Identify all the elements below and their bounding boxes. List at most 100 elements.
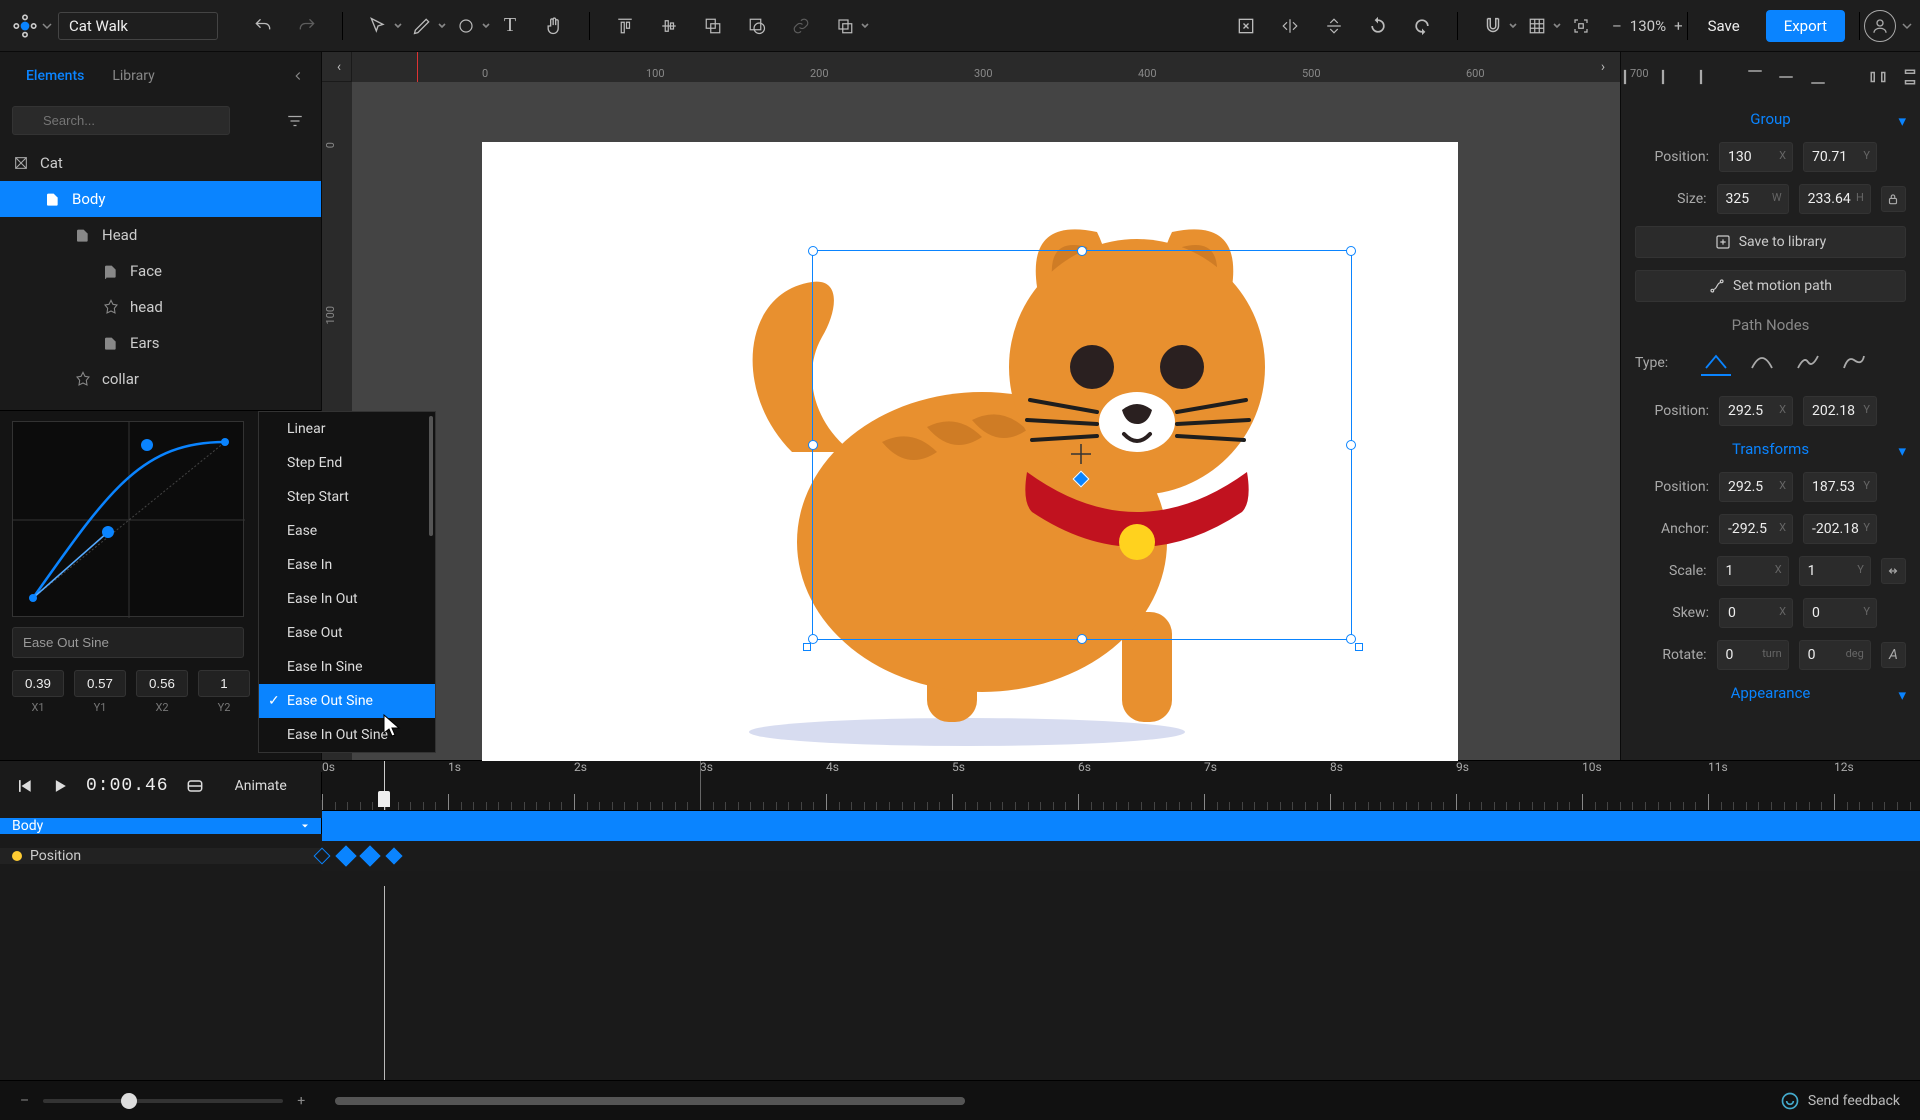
node-type-disconnected[interactable] xyxy=(1793,350,1823,376)
easing-option-ease-out-sine[interactable]: Ease Out Sine xyxy=(259,684,435,718)
node-type-asymmetric[interactable] xyxy=(1839,350,1869,376)
timeline-ruler[interactable]: 0s1s2s3s4s5s6s7s8s9s10s11s12s xyxy=(322,761,1920,811)
filter-button[interactable] xyxy=(281,107,309,135)
hand-tool[interactable] xyxy=(539,11,569,41)
align-top-tool[interactable] xyxy=(610,11,640,41)
collapse-left-panel[interactable] xyxy=(291,69,309,83)
easing-x1-input[interactable] xyxy=(12,670,64,697)
selection-box[interactable] xyxy=(812,250,1352,640)
easing-curve-graph[interactable] xyxy=(12,421,244,617)
redo-button[interactable] xyxy=(292,11,322,41)
keyframe[interactable] xyxy=(335,845,356,866)
skew-y-input[interactable]: 0Y xyxy=(1803,598,1877,628)
layer-ears[interactable]: Ears xyxy=(0,325,321,361)
align-hcenter-button[interactable] xyxy=(1653,66,1673,88)
project-dropdown-caret[interactable] xyxy=(42,21,52,31)
section-appearance[interactable]: Appearance▾ xyxy=(1621,676,1920,710)
layer-collar[interactable]: collar xyxy=(0,361,321,397)
flip-h-button[interactable] xyxy=(1275,11,1305,41)
account-caret[interactable] xyxy=(1902,21,1912,31)
undo-button[interactable] xyxy=(248,11,278,41)
canvas-prev-button[interactable]: ‹ xyxy=(328,56,350,78)
align-middle-tool[interactable] xyxy=(654,11,684,41)
distribute-h-button[interactable] xyxy=(1868,66,1888,88)
anchor-point[interactable] xyxy=(1073,471,1090,488)
size-h-input[interactable]: 233.64H xyxy=(1799,184,1871,214)
focus-button[interactable] xyxy=(1566,11,1596,41)
easing-y2-input[interactable] xyxy=(198,670,250,697)
easing-option-ease-in-out[interactable]: Ease In Out xyxy=(259,582,435,616)
shape-tool[interactable] xyxy=(451,11,481,41)
search-input[interactable] xyxy=(12,106,230,135)
tab-elements[interactable]: Elements xyxy=(12,52,98,100)
node-pos-y-input[interactable]: 202.18Y xyxy=(1803,396,1877,426)
save-button[interactable]: Save xyxy=(1692,10,1756,42)
easing-option-linear[interactable]: Linear xyxy=(259,412,435,446)
timeline-zoom-out[interactable]: – xyxy=(20,1093,29,1109)
anchor-y-input[interactable]: -202.18Y xyxy=(1803,514,1877,544)
export-button[interactable]: Export xyxy=(1766,10,1845,42)
easing-option-ease-in[interactable]: Ease In xyxy=(259,548,435,582)
timeline-scroll[interactable] xyxy=(335,1097,965,1105)
easing-y1-input[interactable] xyxy=(74,670,126,697)
easing-x2-input[interactable] xyxy=(136,670,188,697)
rotate-reset-button[interactable]: A xyxy=(1881,642,1906,668)
timeline-track-body[interactable]: Body xyxy=(0,811,1920,841)
rotate-deg-input[interactable]: 0deg xyxy=(1799,640,1871,670)
artboard[interactable] xyxy=(482,142,1458,798)
zoom-out-button[interactable]: – xyxy=(1612,17,1622,35)
loop-button[interactable] xyxy=(185,776,205,796)
node-pos-x-input[interactable]: 292.5X xyxy=(1719,396,1793,426)
zoom-in-button[interactable]: + xyxy=(1674,17,1683,35)
pen-tool[interactable] xyxy=(407,11,437,41)
timeline-zoom-slider[interactable] xyxy=(43,1099,283,1103)
select-tool[interactable] xyxy=(363,11,393,41)
link-tool[interactable] xyxy=(786,11,816,41)
flip-v-button[interactable] xyxy=(1319,11,1349,41)
group-tool[interactable] xyxy=(698,11,728,41)
size-w-input[interactable]: 325W xyxy=(1717,184,1789,214)
node-type-mirrored[interactable] xyxy=(1747,350,1777,376)
distribute-v-button[interactable] xyxy=(1900,66,1920,88)
goto-start-button[interactable] xyxy=(14,776,34,796)
easing-name-input[interactable] xyxy=(12,627,244,658)
layer-face[interactable]: Face xyxy=(0,253,321,289)
play-button[interactable] xyxy=(50,776,70,796)
layer-cat[interactable]: Cat xyxy=(0,145,321,181)
align-top-button[interactable] xyxy=(1745,66,1765,88)
easing-option-step-end[interactable]: Step End xyxy=(259,446,435,480)
app-logo[interactable] xyxy=(8,9,42,43)
keyframe[interactable] xyxy=(386,848,403,865)
align-bottom-button[interactable] xyxy=(1808,66,1828,88)
tab-library[interactable]: Library xyxy=(98,52,168,100)
keyframe[interactable] xyxy=(359,845,380,866)
playhead-time[interactable]: 0:00.46 xyxy=(86,776,169,796)
project-name-input[interactable]: Cat Walk xyxy=(58,12,218,40)
align-right-button[interactable] xyxy=(1685,66,1705,88)
position-y-input[interactable]: 70.71Y xyxy=(1803,142,1877,172)
t-pos-y-input[interactable]: 187.53Y xyxy=(1803,472,1877,502)
scale-x-input[interactable]: 1X xyxy=(1717,556,1789,586)
set-motion-path-button[interactable]: Set motion path xyxy=(1635,270,1906,302)
layer-head-shape[interactable]: head xyxy=(0,289,321,325)
t-pos-x-input[interactable]: 292.5X xyxy=(1719,472,1793,502)
easing-option-ease[interactable]: Ease xyxy=(259,514,435,548)
zoom-value[interactable]: 130% xyxy=(1630,17,1666,35)
layer-head[interactable]: Head xyxy=(0,217,321,253)
save-to-library-button[interactable]: Save to library xyxy=(1635,226,1906,258)
snap-button[interactable] xyxy=(1478,11,1508,41)
anchor-x-input[interactable]: -292.5X xyxy=(1719,514,1793,544)
scale-link-button[interactable] xyxy=(1881,558,1906,584)
align-vcenter-button[interactable] xyxy=(1777,66,1797,88)
easing-option-step-start[interactable]: Step Start xyxy=(259,480,435,514)
clone-tool[interactable] xyxy=(830,11,860,41)
mask-tool[interactable] xyxy=(742,11,772,41)
timeline-track-position[interactable]: Position xyxy=(0,841,1920,871)
position-x-input[interactable]: 130X xyxy=(1719,142,1793,172)
animate-mode-button[interactable]: Animate xyxy=(221,772,301,800)
grid-button[interactable] xyxy=(1522,11,1552,41)
section-transforms[interactable]: Transforms▾ xyxy=(1621,432,1920,466)
playhead[interactable] xyxy=(384,761,385,810)
section-group[interactable]: Group▾ xyxy=(1621,102,1920,136)
fit-artboard-button[interactable] xyxy=(1231,11,1261,41)
